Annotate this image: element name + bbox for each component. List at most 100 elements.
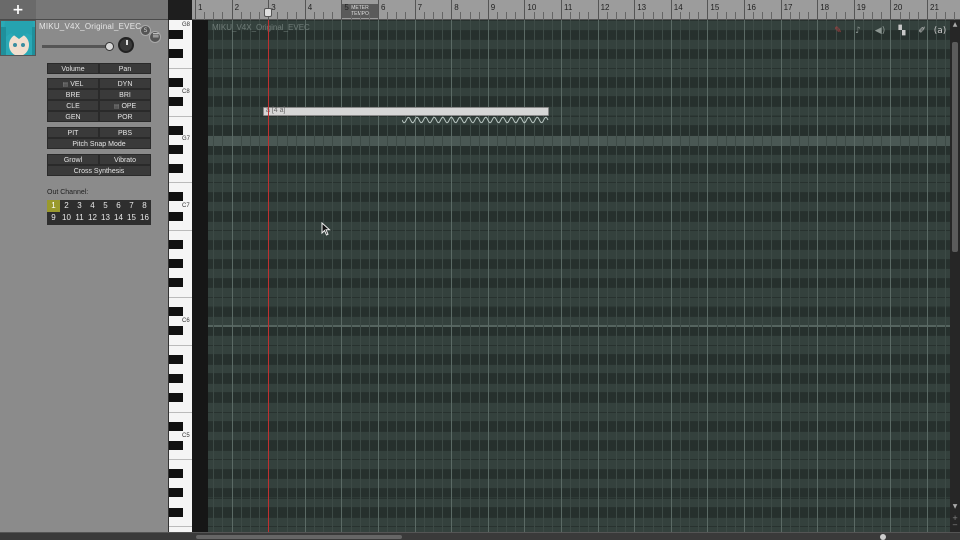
growl-button[interactable]: Growl [47,154,99,165]
beat-gridline [908,20,910,532]
note-phoneme: [4 a] [271,107,286,114]
scroll-up-icon[interactable]: ▲ [951,21,959,29]
channel-button[interactable]: 6 [112,200,125,212]
bri-param-button[interactable]: BRI [99,89,151,100]
channel-button[interactable]: 2 [60,200,73,212]
speaker-icon[interactable]: ◀) [872,24,888,39]
snap-icon[interactable]: ▚ [894,24,910,39]
lock-mark-icon: ▤ [113,104,120,110]
channel-button[interactable]: 1 [47,200,60,212]
black-key[interactable] [169,192,183,202]
piano-keyboard[interactable]: G8 C8 G7 C7 C6 C5 [168,20,193,532]
black-key[interactable] [169,488,183,498]
cross-synthesis-button[interactable]: Cross Synthesis [47,165,151,176]
channel-button[interactable]: 10 [60,212,73,224]
black-key[interactable] [169,421,183,431]
black-key[interactable] [169,278,183,288]
black-key[interactable] [169,30,183,40]
channel-button[interactable]: 5 [99,200,112,212]
pitch-snap-mode-button[interactable]: Pitch Snap Mode [47,138,151,149]
vertical-scroll-thumb[interactable] [952,42,958,252]
black-key[interactable] [169,507,183,517]
vel-param-button[interactable]: ▤ VEL [47,78,99,89]
bre-param-button[interactable]: BRE [47,89,99,100]
black-key[interactable] [169,440,183,450]
beat-gridline [625,20,627,532]
channel-button[interactable]: 14 [112,212,125,224]
channel-button[interactable]: 15 [125,212,138,224]
channel-button[interactable]: 9 [47,212,60,224]
piano-roll-grid[interactable]: MIKU_V4X_Original_EVEC a [4 a] ✎ ♪ ◀) ▚ … [208,20,950,532]
ruler-bar-tick [451,0,453,20]
pencil-tool-icon[interactable]: ✎ [830,24,846,39]
cle-param-button[interactable]: CLE [47,100,99,111]
black-key[interactable] [169,326,183,336]
horizontal-zoom-slider[interactable] [840,534,950,540]
pan-param-button[interactable]: Pan [99,63,151,74]
channel-button[interactable]: 4 [86,200,99,212]
voicebank-avatar[interactable] [0,20,36,56]
out-channel-label: Out Channel: [47,189,89,196]
pit-param-button[interactable]: PIT [47,127,99,138]
vibrato-button[interactable]: Vibrato [99,154,151,165]
volume-slider[interactable] [42,45,112,48]
add-track-button[interactable]: + [4,3,32,18]
gen-param-button[interactable]: GEN [47,111,99,122]
channel-button[interactable]: 3 [73,200,86,212]
note-tool-icon[interactable]: ♪ [850,24,866,39]
black-key[interactable] [169,144,183,154]
pan-knob[interactable] [118,37,134,53]
black-key[interactable] [169,259,183,269]
black-key[interactable] [169,354,183,364]
zoom-slider-knob[interactable] [880,534,886,540]
octave-label: G8 [182,22,191,28]
dyn-param-button[interactable]: DYN [99,78,151,89]
channel-button[interactable]: 7 [125,200,138,212]
black-key[interactable] [169,96,183,106]
ruler-bar-number: 19 [856,3,866,12]
black-key[interactable] [169,49,183,59]
white-key-divider [169,344,193,346]
por-param-button[interactable]: POR [99,111,151,122]
beat-gridline [771,20,773,532]
black-key[interactable] [169,77,183,87]
playhead-handle[interactable] [264,8,272,17]
channel-button[interactable]: 13 [99,212,112,224]
black-key[interactable] [169,163,183,173]
channel-button[interactable]: 16 [138,212,151,224]
ruler-bar-number: 9 [490,3,496,12]
beat-gridline [332,20,334,532]
ruler-bar-tick [853,0,855,20]
black-key[interactable] [169,211,183,221]
black-key[interactable] [169,125,183,135]
channel-button[interactable]: 11 [73,212,86,224]
channel-button[interactable]: 12 [86,212,99,224]
ruler-beat-tick [689,12,691,20]
black-key[interactable] [169,392,183,402]
brush-icon[interactable]: ✐ [914,24,930,39]
volume-param-button[interactable]: Volume [47,63,99,74]
volume-slider-knob[interactable] [105,42,114,51]
track-menu-button[interactable] [149,31,161,43]
scroll-down-icon[interactable]: ▼ [951,503,959,511]
black-key[interactable] [169,240,183,250]
black-key[interactable] [169,373,183,383]
note-block[interactable]: a [4 a] [263,107,549,116]
ruler-bar-tick [744,0,745,20]
ruler-bar-tick [634,0,636,20]
bar-gridline [744,20,745,532]
horizontal-scrollbar[interactable] [0,532,960,540]
horizontal-scroll-thumb[interactable] [196,535,402,539]
beat-gridline [762,20,764,532]
vertical-scrollbar[interactable]: ▲ ▼ + − [950,20,960,532]
black-key[interactable] [169,469,183,479]
channel-button[interactable]: 8 [138,200,151,212]
smart-tool-icon[interactable]: (a) [932,24,948,39]
bar-gridline [378,20,379,532]
timeline-ruler[interactable]: METER TEMPO 1234567891011121314151617181… [192,0,960,20]
black-key[interactable] [169,307,183,316]
ope-param-button[interactable]: ▤ OPE [99,100,151,111]
vertical-zoom-icon[interactable]: + − [951,515,959,529]
pbs-param-button[interactable]: PBS [99,127,151,138]
vibrato-curve[interactable] [402,116,550,124]
